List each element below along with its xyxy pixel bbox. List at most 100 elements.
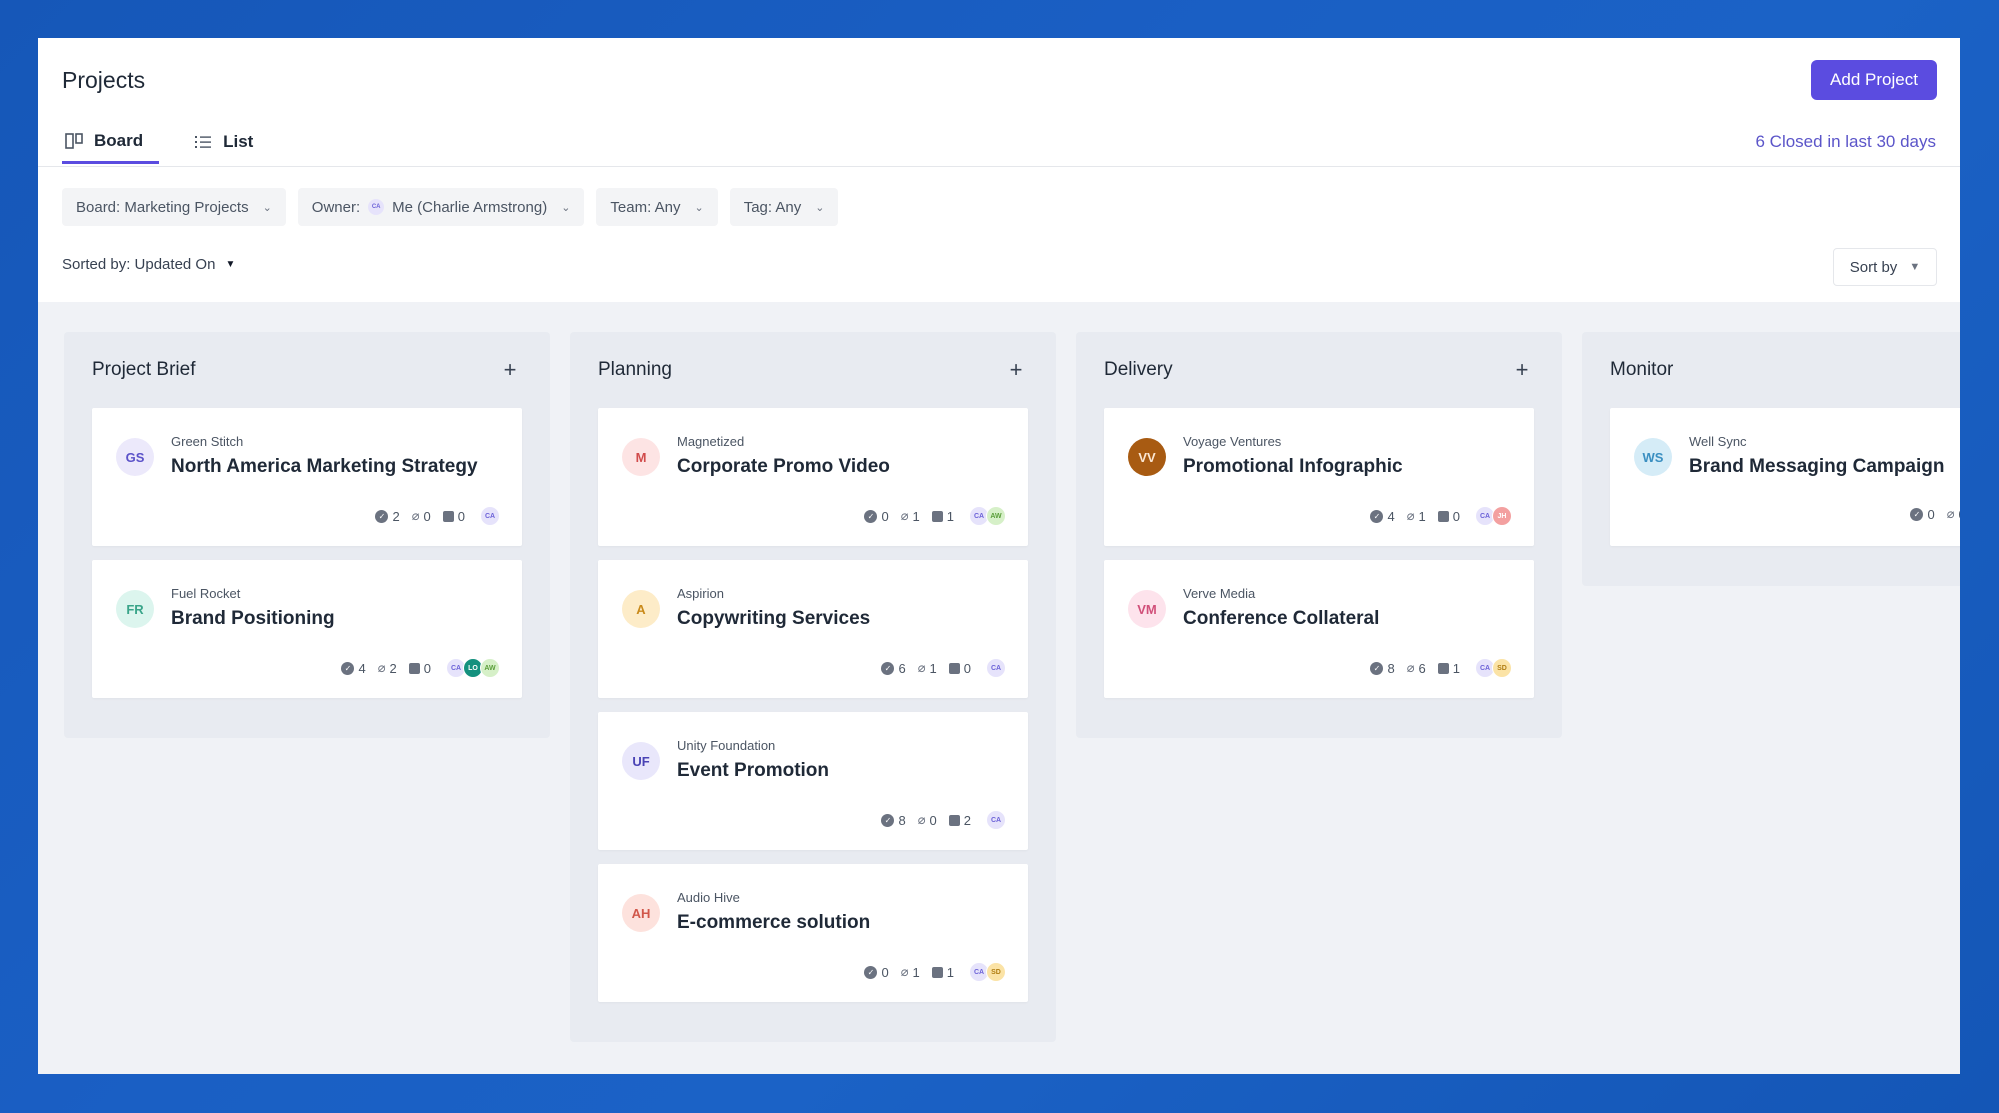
add-card-icon[interactable]: + xyxy=(1510,357,1534,383)
assignee-group: CA AW xyxy=(969,506,1006,526)
comment-icon xyxy=(442,510,454,522)
column-header: Project Brief + xyxy=(92,332,522,408)
card-stats: ✓ 8 ⌀ 0 2 CA xyxy=(881,810,1006,830)
assignee-avatar[interactable]: JH xyxy=(1492,506,1512,526)
tasks-count: 2 xyxy=(392,508,400,524)
files-count: 0 xyxy=(1959,507,1960,522)
assignee-avatar[interactable]: CA xyxy=(480,506,500,526)
paperclip-icon: ⌀ xyxy=(917,812,926,827)
assignee-avatar[interactable]: SD xyxy=(986,962,1006,982)
paperclip-icon: ⌀ xyxy=(1406,508,1415,523)
comments-stat: 1 xyxy=(931,508,954,524)
project-name[interactable]: Corporate Promo Video xyxy=(677,456,890,478)
sort-by-button[interactable]: Sort by ▼ xyxy=(1833,248,1937,286)
assignee-avatar[interactable]: AW xyxy=(480,658,500,678)
assignee-group: CA xyxy=(986,658,1006,678)
tasks-stat: ✓ 0 xyxy=(864,508,889,524)
comments-count: 0 xyxy=(963,660,971,676)
files-stat: ⌀ 1 xyxy=(901,964,920,980)
card-stats: ✓ 0 ⌀ 1 1 CA AW xyxy=(864,506,1006,526)
project-name[interactable]: Copywriting Services xyxy=(677,608,870,630)
comment-icon xyxy=(931,966,943,978)
files-stat: ⌀ 2 xyxy=(378,660,397,676)
view-tabs: Board List xyxy=(62,120,287,164)
files-count: 0 xyxy=(423,508,431,524)
tasks-count: 0 xyxy=(881,508,889,524)
assignee-avatar[interactable]: CA xyxy=(986,810,1006,830)
owner-avatar: CA xyxy=(368,199,385,215)
board-filter-label: Board: Marketing Projects xyxy=(76,198,249,216)
client-avatar: UF xyxy=(622,742,660,780)
project-card[interactable]: VM Verve Media Conference Collateral ✓ 8 … xyxy=(1104,560,1534,698)
kanban-board: Project Brief + GS Green Stitch North Am… xyxy=(38,302,1960,1074)
card-stats: ✓ 4 ⌀ 1 0 CA JH xyxy=(1370,506,1512,526)
project-card[interactable]: WS Well Sync Brand Messaging Campaign ✓ 0… xyxy=(1610,408,1960,546)
files-count: 2 xyxy=(389,660,397,676)
assignee-group: CA JH xyxy=(1475,506,1512,526)
paperclip-icon: ⌀ xyxy=(900,508,909,523)
assignee-avatar[interactable]: AW xyxy=(986,506,1006,526)
tasks-stat: ✓ 8 xyxy=(881,813,906,828)
project-card[interactable]: AH Audio Hive E-commerce solution ✓ 0 ⌀ 1 … xyxy=(598,864,1028,1002)
check-circle-icon: ✓ xyxy=(864,509,878,523)
client-avatar: VV xyxy=(1128,438,1166,476)
caret-down-icon: ▼ xyxy=(225,259,236,270)
check-circle-icon: ✓ xyxy=(375,509,389,523)
assignee-avatar[interactable]: CA xyxy=(986,658,1006,678)
files-count: 1 xyxy=(929,660,937,676)
column-monitor: Monitor WS Well Sync Brand Messaging Cam… xyxy=(1582,332,1960,586)
project-name[interactable]: Conference Collateral xyxy=(1183,608,1379,630)
page-header: Projects Add Project Board List 6 Closed… xyxy=(38,38,1960,302)
client-avatar: AH xyxy=(622,894,660,932)
tab-board[interactable]: Board xyxy=(62,120,160,164)
files-stat: ⌀ 1 xyxy=(901,508,920,524)
comments-count: 1 xyxy=(946,964,954,980)
project-card[interactable]: UF Unity Foundation Event Promotion ✓ 8 ⌀… xyxy=(598,712,1028,850)
client-name: Aspirion xyxy=(677,586,724,601)
project-name[interactable]: North America Marketing Strategy xyxy=(171,456,478,478)
card-stats: ✓ 8 ⌀ 6 1 CA SD xyxy=(1370,658,1512,678)
comments-stat: 1 xyxy=(1437,661,1460,676)
comments-stat: 1 xyxy=(931,964,954,980)
add-project-button[interactable]: Add Project xyxy=(1811,60,1937,100)
sorted-by-dropdown[interactable]: Sorted by: Updated On ▼ xyxy=(62,256,235,273)
closed-projects-link[interactable]: 6 Closed in last 30 days xyxy=(1756,132,1937,152)
project-name[interactable]: E-commerce solution xyxy=(677,912,870,934)
assignee-group: CA xyxy=(480,506,500,526)
project-card[interactable]: FR Fuel Rocket Brand Positioning ✓ 4 ⌀ 2 0… xyxy=(92,560,522,698)
project-name[interactable]: Promotional Infographic xyxy=(1183,456,1403,478)
files-stat: ⌀ 1 xyxy=(1407,508,1426,524)
project-name[interactable]: Event Promotion xyxy=(677,760,829,782)
card-list: WS Well Sync Brand Messaging Campaign ✓ 0… xyxy=(1610,408,1960,546)
comments-stat: 2 xyxy=(948,813,971,828)
project-card[interactable]: VV Voyage Ventures Promotional Infograph… xyxy=(1104,408,1534,546)
column-header: Monitor xyxy=(1610,332,1960,408)
comment-icon xyxy=(1437,662,1449,674)
tab-list[interactable]: List xyxy=(191,120,255,164)
column-project-brief: Project Brief + GS Green Stitch North Am… xyxy=(64,332,550,738)
client-avatar: FR xyxy=(116,590,154,628)
project-name[interactable]: Brand Positioning xyxy=(171,608,335,630)
tasks-stat: ✓ 4 xyxy=(341,661,366,676)
add-card-icon[interactable]: + xyxy=(498,357,522,383)
comment-icon xyxy=(948,662,960,674)
assignee-avatar[interactable]: SD xyxy=(1492,658,1512,678)
add-card-icon[interactable]: + xyxy=(1004,357,1028,383)
comments-stat: 0 xyxy=(442,509,465,524)
comments-stat: 0 xyxy=(1437,509,1460,524)
card-stats: ✓0 ⌀0 0 xyxy=(1910,506,1960,522)
project-card[interactable]: A Aspirion Copywriting Services ✓ 6 ⌀ 1 0 … xyxy=(598,560,1028,698)
client-avatar: VM xyxy=(1128,590,1166,628)
card-list: VV Voyage Ventures Promotional Infograph… xyxy=(1104,408,1534,698)
project-card[interactable]: M Magnetized Corporate Promo Video ✓ 0 ⌀ 1… xyxy=(598,408,1028,546)
assignee-group: CA xyxy=(986,810,1006,830)
comments-count: 1 xyxy=(946,508,954,524)
owner-filter[interactable]: Owner: CA Me (Charlie Armstrong) ⌄ xyxy=(297,188,585,226)
chevron-down-icon: ⌄ xyxy=(694,201,704,214)
files-count: 6 xyxy=(1418,660,1426,676)
team-filter[interactable]: Team: Any ⌄ xyxy=(596,188,718,226)
tag-filter[interactable]: Tag: Any ⌄ xyxy=(729,188,839,226)
project-name[interactable]: Brand Messaging Campaign xyxy=(1689,456,1945,478)
project-card[interactable]: GS Green Stitch North America Marketing … xyxy=(92,408,522,546)
board-filter[interactable]: Board: Marketing Projects ⌄ xyxy=(62,188,286,226)
